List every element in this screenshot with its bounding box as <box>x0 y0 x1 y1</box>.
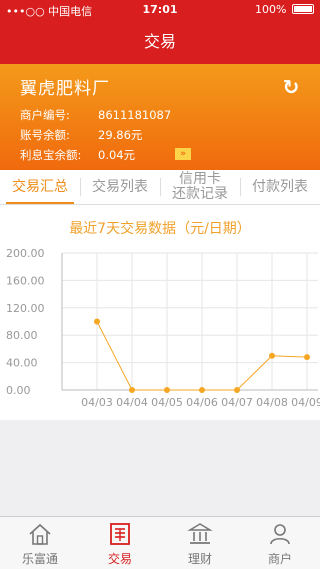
y-tick-label: 200.00 <box>6 247 45 260</box>
x-tick-label: 04/03 <box>81 396 113 409</box>
data-point <box>164 387 170 393</box>
tabbar-item-merchant[interactable]: 商户 <box>240 517 320 569</box>
tabbar-item-finance[interactable]: 理财 <box>160 517 240 569</box>
y-tick-label: 160.00 <box>6 274 45 287</box>
chart-title: 最近7天交易数据（元/日期） <box>69 221 251 237</box>
y-tick-label: 40.00 <box>6 357 38 370</box>
merchant-name: 翼虎肥料厂 <box>20 79 110 99</box>
merchant-id-label: 商户编号: <box>20 108 70 122</box>
y-tick-label: 0.00 <box>6 384 31 397</box>
ledger-icon <box>110 523 130 545</box>
battery-icon <box>292 4 314 14</box>
interest-label: 利息宝余额: <box>20 148 82 162</box>
tabbar-label: 乐富通 <box>21 552 58 566</box>
house-icon <box>29 523 51 545</box>
x-tick-label: 04/05 <box>151 396 183 409</box>
balance-row: 账号余额: 29.86元 <box>20 127 142 143</box>
y-tick-label: 80.00 <box>6 329 38 342</box>
balance-label: 账号余额: <box>20 128 70 142</box>
x-tick-label: 04/07 <box>221 396 253 409</box>
bank-icon <box>187 523 213 544</box>
tab-transactions[interactable]: 交易列表 <box>80 170 160 204</box>
segment-tabs: 交易汇总 交易列表 信用卡 还款记录 付款列表 <box>0 170 320 205</box>
data-point <box>129 387 135 393</box>
tabbar-item-trade[interactable]: 交易 <box>80 517 160 569</box>
tab-payments[interactable]: 付款列表 <box>240 170 320 204</box>
tabbar-label: 商户 <box>267 552 292 566</box>
line-chart: 200.00160.00120.0080.0040.000.0004/03 04/… <box>6 247 320 409</box>
tabbar-label: 交易 <box>107 552 132 566</box>
data-point <box>199 387 205 393</box>
data-point <box>304 354 310 361</box>
tabbar-label: 理财 <box>187 552 212 566</box>
merchant-id-row: 商户编号: 8611181087 <box>20 107 171 123</box>
nav-bar: 交易 <box>0 20 320 64</box>
x-tick-label: 04/04 <box>116 396 148 409</box>
refresh-icon[interactable]: ↻ <box>280 76 302 98</box>
bottom-tab-bar: 乐富通 交易 理财 商户 <box>0 516 320 569</box>
tabbar-item-lefutong[interactable]: 乐富通 <box>0 517 80 569</box>
data-point <box>94 318 100 325</box>
battery-percent: 100% <box>255 3 287 16</box>
data-point <box>269 352 275 359</box>
double-arrow-icon[interactable]: » <box>175 148 191 160</box>
y-tick-label: 120.00 <box>6 302 45 315</box>
tab-summary[interactable]: 交易汇总 <box>0 170 80 204</box>
balance-value: 29.86元 <box>98 128 143 142</box>
data-point <box>234 387 240 393</box>
status-bar: •••○○ 中国电信 17:01 100% <box>0 0 320 20</box>
x-tick-label: 04/06 <box>186 396 218 409</box>
tab-credit-repay[interactable]: 信用卡 还款记录 <box>160 170 240 204</box>
x-tick-label: 04/08 <box>256 396 288 409</box>
x-tick-label: 04/09 <box>291 396 320 409</box>
page-title: 交易 <box>143 32 176 51</box>
interest-row: 利息宝余额: 0.04元 <box>20 147 135 163</box>
merchant-card: 翼虎肥料厂 ↻ 商户编号: 8611181087 账号余额: 29.86元 利息宝余… <box>0 64 320 170</box>
battery-status: 100% <box>255 3 314 16</box>
merchant-id-value: 8611181087 <box>98 108 172 122</box>
interest-value: 0.04元 <box>98 148 136 162</box>
user-icon <box>270 524 290 545</box>
